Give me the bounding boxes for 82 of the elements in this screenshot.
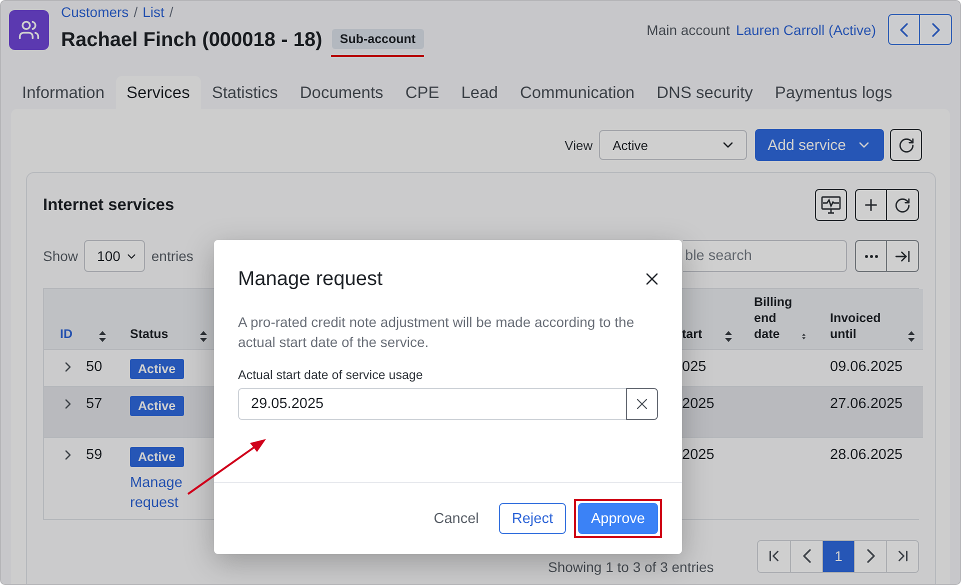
monitor-button[interactable] [815, 189, 847, 221]
add-button[interactable] [855, 189, 887, 221]
monitor-pulse-icon [821, 196, 841, 214]
users-icon [18, 19, 40, 41]
last-page-button[interactable] [886, 540, 918, 572]
column-header[interactable]: tart [682, 289, 738, 350]
tab[interactable]: Paymentus logs [764, 76, 904, 109]
tab[interactable]: Documents [288, 76, 394, 109]
sort-icon[interactable] [802, 331, 806, 342]
entries-summary: Showing 1 to 3 of 3 entries [548, 559, 714, 575]
status-badge: Active [130, 447, 184, 467]
page-size-select[interactable]: 100 [84, 240, 146, 272]
table-cell: 2025 [682, 447, 714, 463]
view-label: View [564, 138, 593, 152]
show-label: Show [43, 248, 78, 264]
table-cell: 09.06.2025 [830, 359, 903, 375]
select-value: 100 [97, 248, 120, 264]
tab[interactable]: Communication [508, 76, 646, 109]
status-badge: Active [130, 359, 184, 379]
tab[interactable]: Lead [450, 76, 509, 109]
more-button[interactable] [855, 240, 887, 272]
tab[interactable]: DNS security [646, 76, 764, 109]
tab[interactable]: Services [116, 76, 201, 109]
dialog-button[interactable]: Reject [498, 503, 566, 534]
table-cell: 57 [86, 396, 102, 412]
search-field[interactable]: ble search [683, 240, 847, 272]
chevron-left-icon [900, 22, 908, 36]
column-header[interactable]: ID [44, 289, 114, 350]
main-account-label: Main account [646, 22, 730, 38]
table-cell: 50 [86, 359, 102, 375]
tab[interactable]: Information [11, 76, 116, 109]
previous-button[interactable] [888, 14, 920, 45]
tab[interactable]: Statistics [200, 76, 289, 109]
card-title: Internet services [43, 196, 174, 214]
column-header[interactable]: Invoiced until [814, 289, 923, 350]
select-value: Active [612, 138, 648, 152]
page-title: Rachael Finch (000018 - 18) [61, 28, 322, 53]
more-icon [864, 254, 878, 258]
table-cell: 59 [86, 447, 102, 463]
export-button[interactable] [887, 240, 919, 272]
manage-request-link[interactable]: Manage request [130, 473, 190, 513]
table-cell: 025 [682, 359, 706, 375]
modal-title: Manage request [238, 267, 383, 292]
field-label: Actual start date of service usage [238, 368, 424, 382]
main-account-link[interactable]: Lauren Carroll (Active) [736, 22, 876, 38]
refresh-icon [898, 136, 914, 154]
column-header[interactable]: Status [114, 289, 215, 350]
sort-icon[interactable] [725, 331, 732, 342]
next-page-button[interactable] [854, 540, 886, 572]
column-header[interactable]: Billing end date [738, 289, 814, 350]
breadcrumb-separator: / [169, 3, 174, 21]
chevron-left-icon [802, 549, 810, 563]
chevron-right-icon [866, 549, 874, 563]
next-button[interactable] [920, 14, 952, 45]
refresh-icon [894, 196, 911, 214]
date-input-field[interactable]: 29.05.2025 [238, 388, 626, 420]
entries-label: entries [151, 248, 194, 264]
sort-icon[interactable] [908, 331, 915, 342]
sort-icon[interactable] [99, 331, 106, 342]
page-button[interactable]: 1 [822, 540, 854, 572]
chevron-right-icon [932, 22, 940, 36]
table-cell: 2025 [682, 396, 714, 412]
table-cell: 27.06.2025 [830, 396, 903, 412]
breadcrumb-link[interactable]: Customers [61, 3, 129, 21]
view-select[interactable]: Active [598, 130, 747, 160]
table-cell: 28.06.2025 [830, 447, 903, 463]
dialog-button[interactable]: Approve [578, 503, 658, 534]
first-page-button[interactable] [758, 540, 790, 572]
status-badge: Active [130, 396, 184, 416]
modal-description: A pro-rated credit note adjustment will be made according to the actual start date of the service. [238, 313, 636, 352]
sort-icon[interactable] [200, 331, 207, 342]
plus-icon [862, 196, 880, 214]
add-service-button[interactable]: Add service [754, 129, 884, 161]
reload-button[interactable] [887, 189, 919, 221]
clear-button[interactable] [626, 388, 658, 420]
previous-page-button[interactable] [790, 540, 822, 572]
breadcrumb-separator: / [134, 3, 138, 21]
breadcrumb-link[interactable]: List [142, 3, 164, 21]
account-type-badge: Sub-account [332, 29, 424, 49]
refresh-button[interactable] [890, 129, 922, 161]
dialog-button[interactable]: Cancel [422, 503, 491, 534]
tab[interactable]: CPE [394, 76, 450, 109]
